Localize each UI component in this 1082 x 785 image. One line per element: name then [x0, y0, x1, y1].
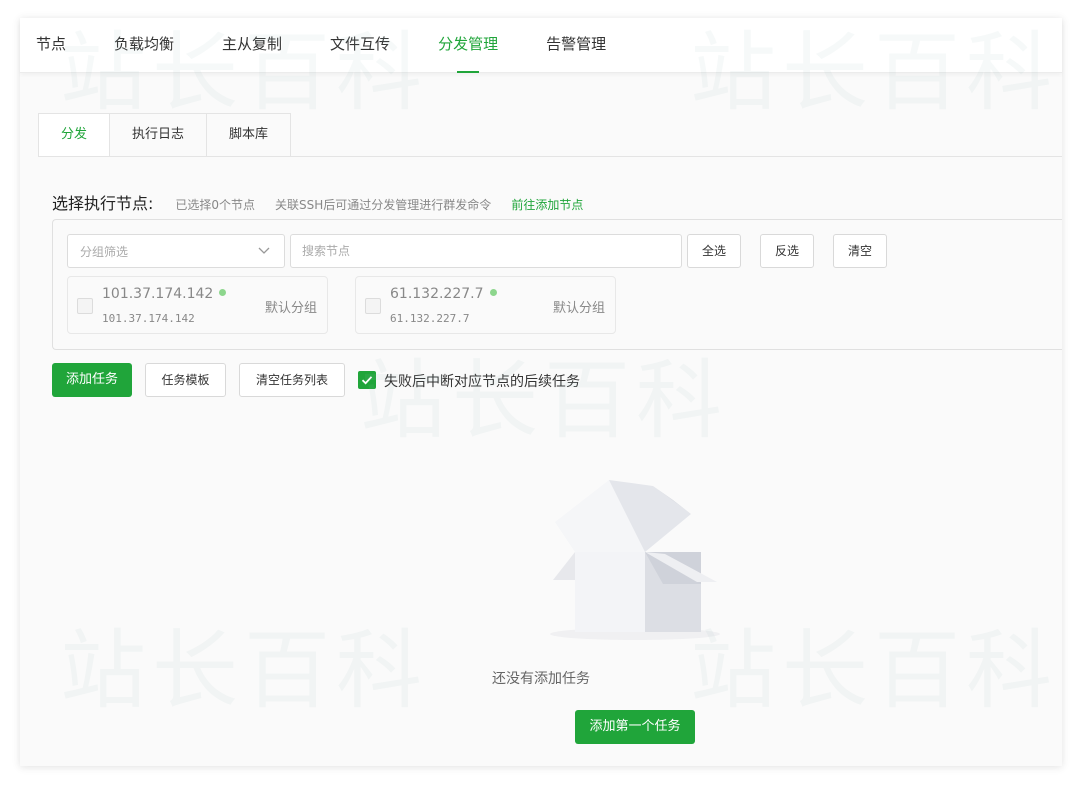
empty-state-text: 还没有添加任务 [492, 671, 590, 687]
node-search-input[interactable] [290, 234, 682, 268]
node-ip: 101.37.174.142 [102, 286, 227, 302]
node-card[interactable]: 101.37.174.142 101.37.174.142 默认分组 [67, 276, 328, 334]
app-frame: 节点 负载均衡 主从复制 文件互传 分发管理 告警管理 分发 执行日志 脚本库 … [20, 18, 1062, 766]
group-filter-placeholder: 分组筛选 [80, 245, 129, 259]
node-group: 默认分组 [264, 301, 317, 316]
tab-distribute[interactable]: 分发 [38, 113, 111, 157]
clear-selection-button[interactable]: 清空 [833, 234, 887, 268]
nav-item-file-transfer[interactable]: 文件互传 [330, 18, 390, 73]
tabs-divider [38, 156, 1062, 157]
node-checkbox[interactable] [365, 298, 381, 314]
selected-count: 已选择0个节点 [175, 198, 256, 212]
select-all-button[interactable]: 全选 [687, 234, 741, 268]
invert-selection-button[interactable]: 反选 [760, 234, 814, 268]
add-task-button[interactable]: 添加任务 [52, 363, 132, 397]
nav-item-load-balance[interactable]: 负载均衡 [114, 18, 174, 73]
node-ip: 61.132.227.7 [390, 286, 497, 302]
tab-execution-log[interactable]: 执行日志 [110, 113, 208, 157]
node-address: 61.132.227.7 [390, 312, 470, 325]
ssh-hint: 关联SSH后可通过分发管理进行群发命令 [275, 198, 492, 212]
node-group: 默认分组 [552, 301, 605, 316]
tab-script-library[interactable]: 脚本库 [207, 113, 292, 157]
node-card[interactable]: 61.132.227.7 61.132.227.7 默认分组 [355, 276, 616, 334]
sub-tabs: 分发 执行日志 脚本库 [38, 113, 292, 157]
node-select-header: 选择执行节点: 已选择0个节点 关联SSH后可通过分发管理进行群发命令 前往添加… [52, 190, 583, 214]
nav-item-alerts[interactable]: 告警管理 [546, 18, 606, 73]
node-checkbox[interactable] [77, 298, 93, 314]
stop-on-fail-checkbox[interactable] [358, 371, 376, 389]
clear-task-list-button[interactable]: 清空任务列表 [239, 363, 345, 397]
stop-on-fail-label: 失败后中断对应节点的后续任务 [384, 374, 580, 390]
node-select-title: 选择执行节点: [52, 194, 154, 213]
group-filter-select[interactable]: 分组筛选 [67, 234, 285, 268]
nav-item-nodes[interactable]: 节点 [36, 18, 66, 73]
online-status-dot [219, 288, 227, 296]
online-status-dot [489, 288, 497, 296]
node-select-panel: 分组筛选 全选 反选 清空 101.37.174.142 101.37.174.… [52, 219, 1062, 350]
nav-item-distribution[interactable]: 分发管理 [438, 18, 498, 73]
node-address: 101.37.174.142 [102, 312, 195, 325]
add-node-link[interactable]: 前往添加节点 [511, 196, 583, 213]
top-nav: 节点 负载均衡 主从复制 文件互传 分发管理 告警管理 [20, 18, 1062, 73]
nav-item-replication[interactable]: 主从复制 [222, 18, 282, 73]
add-first-task-button[interactable]: 添加第一个任务 [575, 710, 695, 744]
empty-box-icon [545, 466, 725, 642]
task-template-button[interactable]: 任务模板 [145, 363, 226, 397]
chevron-down-icon [258, 243, 270, 261]
check-icon [361, 376, 373, 385]
